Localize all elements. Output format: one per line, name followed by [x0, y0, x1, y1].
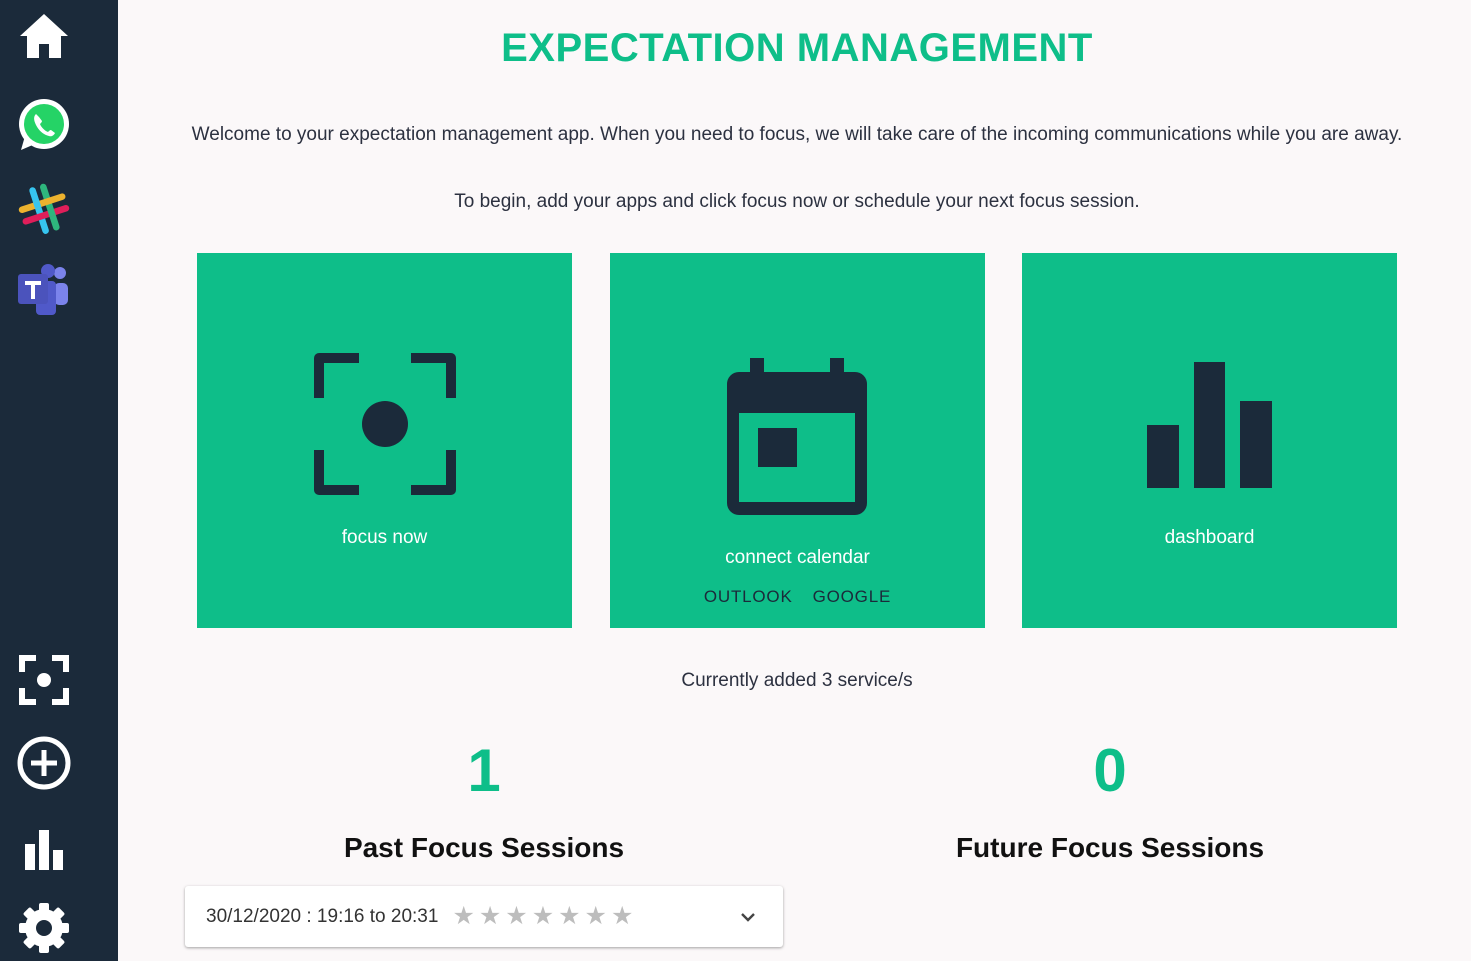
intro-instructions-text: To begin, add your apps and click focus …	[454, 191, 1140, 212]
connect-calendar-label: connect calendar	[725, 547, 870, 568]
sidebar	[0, 0, 118, 961]
star-icon[interactable]: ★	[558, 904, 580, 929]
home-icon[interactable]	[14, 6, 74, 66]
past-session-item[interactable]: 30/12/2020 : 19:16 to 20:31 ★ ★ ★ ★ ★ ★ …	[185, 886, 783, 947]
page-title: EXPECTATION MANAGEMENT	[501, 26, 1093, 70]
teams-icon[interactable]	[14, 261, 74, 321]
star-icon[interactable]: ★	[479, 904, 501, 929]
star-icon[interactable]: ★	[532, 904, 554, 929]
star-icon[interactable]: ★	[611, 904, 633, 929]
google-link[interactable]: GOOGLE	[813, 587, 892, 607]
session-time-range: 30/12/2020 : 19:16 to 20:31	[206, 905, 439, 927]
bar-chart-icon[interactable]	[14, 818, 74, 878]
add-circle-icon[interactable]	[14, 733, 74, 793]
calendar-providers: OUTLOOK GOOGLE	[610, 587, 985, 607]
dashboard-card[interactable]: dashboard	[1022, 253, 1397, 628]
past-sessions-heading: Past Focus Sessions	[343, 832, 625, 863]
chevron-down-icon[interactable]	[737, 906, 759, 928]
connect-calendar-card[interactable]: connect calendar OUTLOOK GOOGLE	[610, 253, 985, 628]
session-rating: ★ ★ ★ ★ ★ ★ ★	[452, 904, 633, 929]
future-sessions-heading: Future Focus Sessions	[955, 832, 1265, 863]
star-icon[interactable]: ★	[585, 904, 607, 929]
calendar-icon	[727, 358, 867, 515]
future-sessions-count: 0	[1093, 737, 1127, 804]
focus-now-card[interactable]: focus now	[197, 253, 572, 628]
slack-icon[interactable]	[14, 179, 74, 239]
bar-chart-icon	[1147, 362, 1272, 488]
outlook-link[interactable]: OUTLOOK	[704, 587, 793, 607]
star-icon[interactable]: ★	[505, 904, 527, 929]
services-count-text: Currently added 3 service/s	[681, 670, 913, 691]
intro-welcome-text: Welcome to your expectation management a…	[191, 124, 1403, 145]
focus-icon[interactable]	[14, 650, 74, 710]
focus-now-label: focus now	[341, 527, 428, 548]
star-icon[interactable]: ★	[452, 904, 474, 929]
main-content: EXPECTATION MANAGEMENT Welcome to your e…	[118, 0, 1471, 961]
gear-icon[interactable]	[14, 898, 74, 958]
past-sessions-count: 1	[467, 737, 501, 804]
whatsapp-icon[interactable]	[14, 95, 74, 155]
focus-icon	[314, 353, 456, 495]
dashboard-label: dashboard	[1164, 527, 1255, 548]
